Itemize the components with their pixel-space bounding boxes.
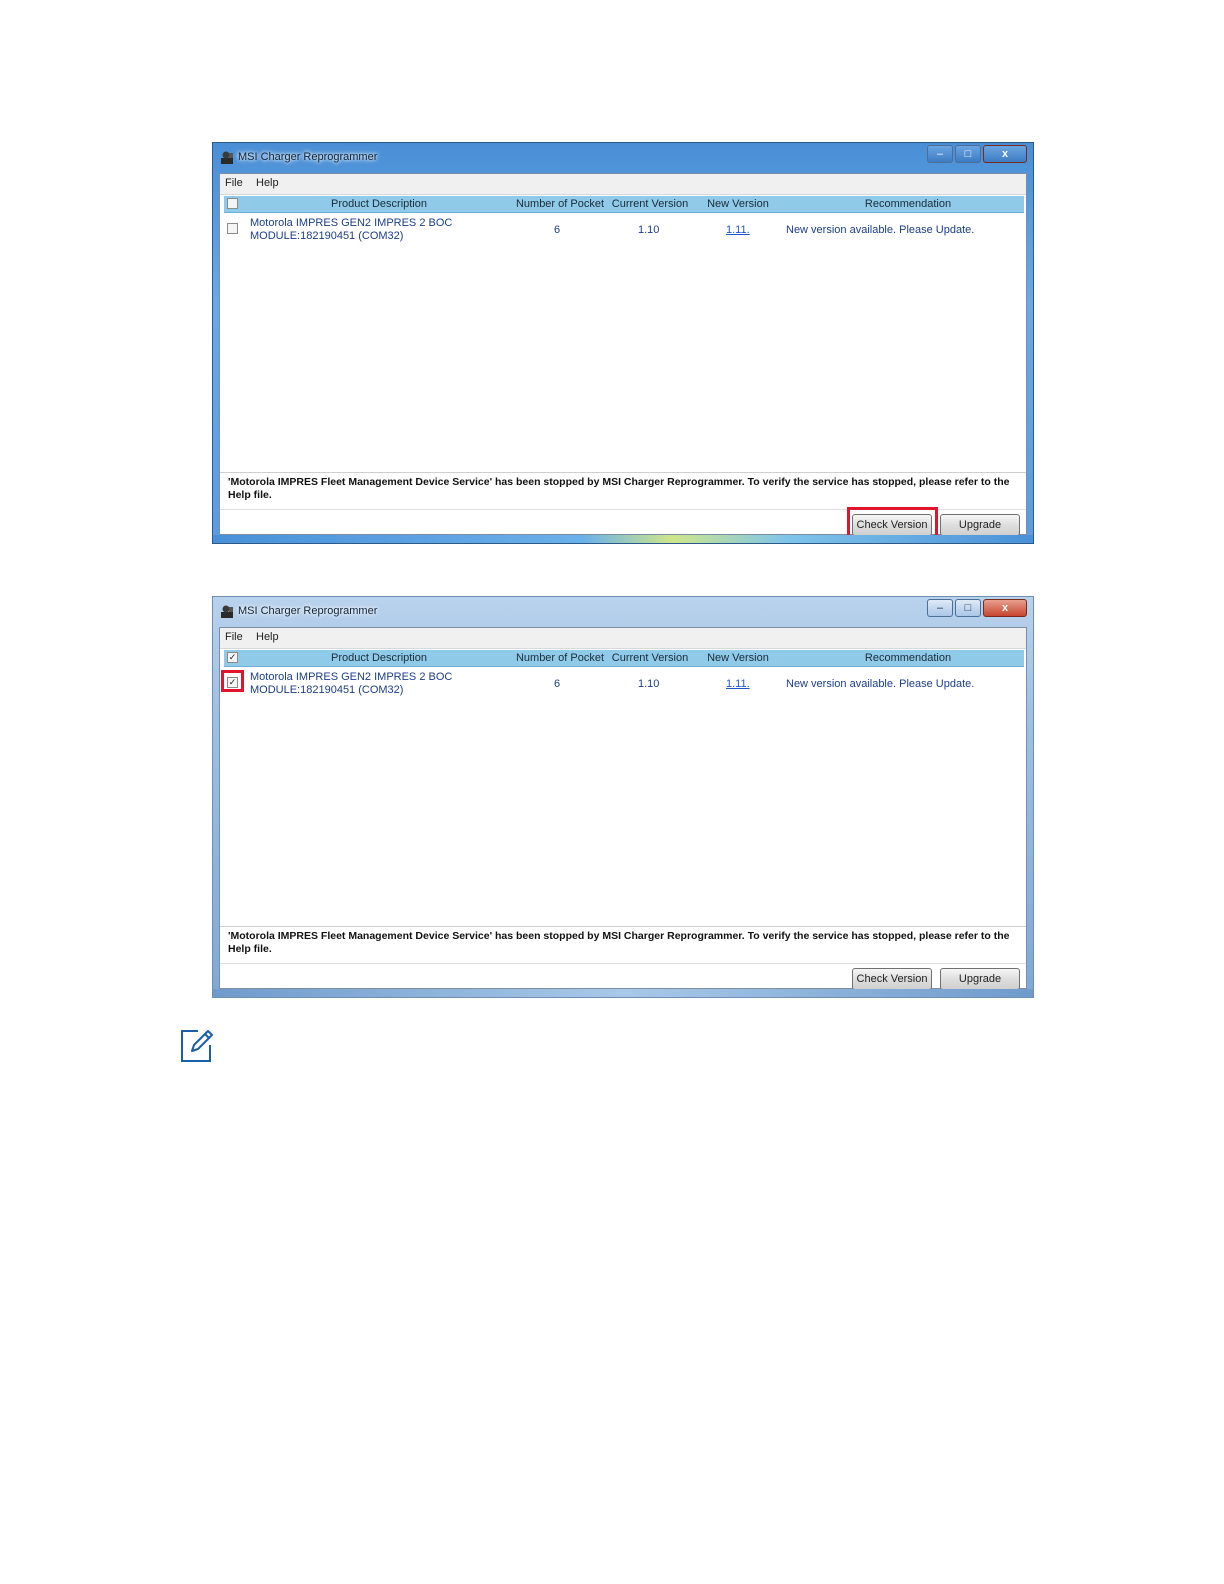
current-version: 1.10 <box>638 224 660 236</box>
col-number-of-pocket[interactable]: Number of Pocket <box>514 652 606 664</box>
status-message: 'Motorola IMPRES Fleet Management Device… <box>220 472 1026 510</box>
maximize-button[interactable]: □ <box>955 145 981 163</box>
product-description-line1: Motorola IMPRES GEN2 IMPRES 2 BOC <box>250 217 453 229</box>
col-current-version[interactable]: Current Version <box>606 652 694 664</box>
highlight-box <box>221 670 244 692</box>
menu-file[interactable]: File <box>225 631 243 643</box>
menu-help[interactable]: Help <box>256 177 279 189</box>
window-bottom-border <box>213 989 1033 997</box>
current-version: 1.10 <box>638 678 660 690</box>
pocket-count: 6 <box>554 678 561 690</box>
menu-bar: File Help <box>220 628 1026 649</box>
table-row[interactable]: Motorola IMPRES GEN2 IMPRES 2 BOC MODULE… <box>224 213 1024 243</box>
pocket-count: 6 <box>554 224 561 236</box>
status-message: 'Motorola IMPRES Fleet Management Device… <box>220 926 1026 964</box>
select-all-checkbox[interactable] <box>227 198 238 209</box>
upgrade-button[interactable]: Upgrade <box>940 514 1020 536</box>
col-number-of-pocket[interactable]: Number of Pocket <box>514 198 606 210</box>
col-current-version[interactable]: Current Version <box>606 198 694 210</box>
upgrade-button[interactable]: Upgrade <box>940 968 1020 990</box>
col-recommendation[interactable]: Recommendation <box>782 652 1034 664</box>
app-window-1: MSI Charger Reprogrammer – □ x File Help… <box>212 142 1034 544</box>
menu-bar: File Help <box>220 174 1026 195</box>
window-bottom-border <box>213 535 1033 543</box>
title-bar[interactable]: MSI Charger Reprogrammer – □ x <box>213 143 1033 173</box>
title-bar[interactable]: MSI Charger Reprogrammer – □ x <box>213 597 1033 627</box>
note-pencil-icon <box>181 1030 213 1062</box>
recommendation-text: New version available. Please Update. <box>786 678 975 690</box>
window-client: File Help Product Description Number of … <box>219 173 1027 539</box>
menu-file[interactable]: File <box>225 177 243 189</box>
table-row[interactable]: ✓ Motorola IMPRES GEN2 IMPRES 2 BOC MODU… <box>224 667 1024 697</box>
window-title: MSI Charger Reprogrammer <box>238 151 378 163</box>
app-icon <box>221 605 233 618</box>
close-button[interactable]: x <box>983 145 1027 163</box>
col-new-version[interactable]: New Version <box>694 652 782 664</box>
select-all-checkbox[interactable]: ✓ <box>227 652 238 663</box>
minimize-button[interactable]: – <box>927 599 953 617</box>
product-grid: ✓ Product Description Number of Pocket C… <box>224 650 1024 697</box>
app-icon <box>221 151 233 164</box>
maximize-button[interactable]: □ <box>955 599 981 617</box>
grid-header: ✓ Product Description Number of Pocket C… <box>224 650 1024 667</box>
product-description-line2: MODULE:182190451 (COM32) <box>250 684 404 696</box>
new-version-link[interactable]: 1.11. <box>726 224 750 236</box>
col-product-description[interactable]: Product Description <box>246 198 512 210</box>
col-recommendation[interactable]: Recommendation <box>782 198 1034 210</box>
grid-header: Product Description Number of Pocket Cur… <box>224 196 1024 213</box>
product-description-line2: MODULE:182190451 (COM32) <box>250 230 404 242</box>
col-new-version[interactable]: New Version <box>694 198 782 210</box>
window-title: MSI Charger Reprogrammer <box>238 605 378 617</box>
menu-help[interactable]: Help <box>256 631 279 643</box>
new-version-link[interactable]: 1.11. <box>726 678 750 690</box>
row-checkbox[interactable] <box>227 223 238 234</box>
minimize-button[interactable]: – <box>927 145 953 163</box>
product-description-line1: Motorola IMPRES GEN2 IMPRES 2 BOC <box>250 671 453 683</box>
window-client: File Help ✓ Product Description Number o… <box>219 627 1027 990</box>
close-button[interactable]: x <box>983 599 1027 617</box>
app-window-2: MSI Charger Reprogrammer – □ x File Help… <box>212 596 1034 998</box>
check-version-button[interactable]: Check Version <box>852 968 932 990</box>
recommendation-text: New version available. Please Update. <box>786 224 975 236</box>
col-product-description[interactable]: Product Description <box>246 652 512 664</box>
product-grid: Product Description Number of Pocket Cur… <box>224 196 1024 243</box>
